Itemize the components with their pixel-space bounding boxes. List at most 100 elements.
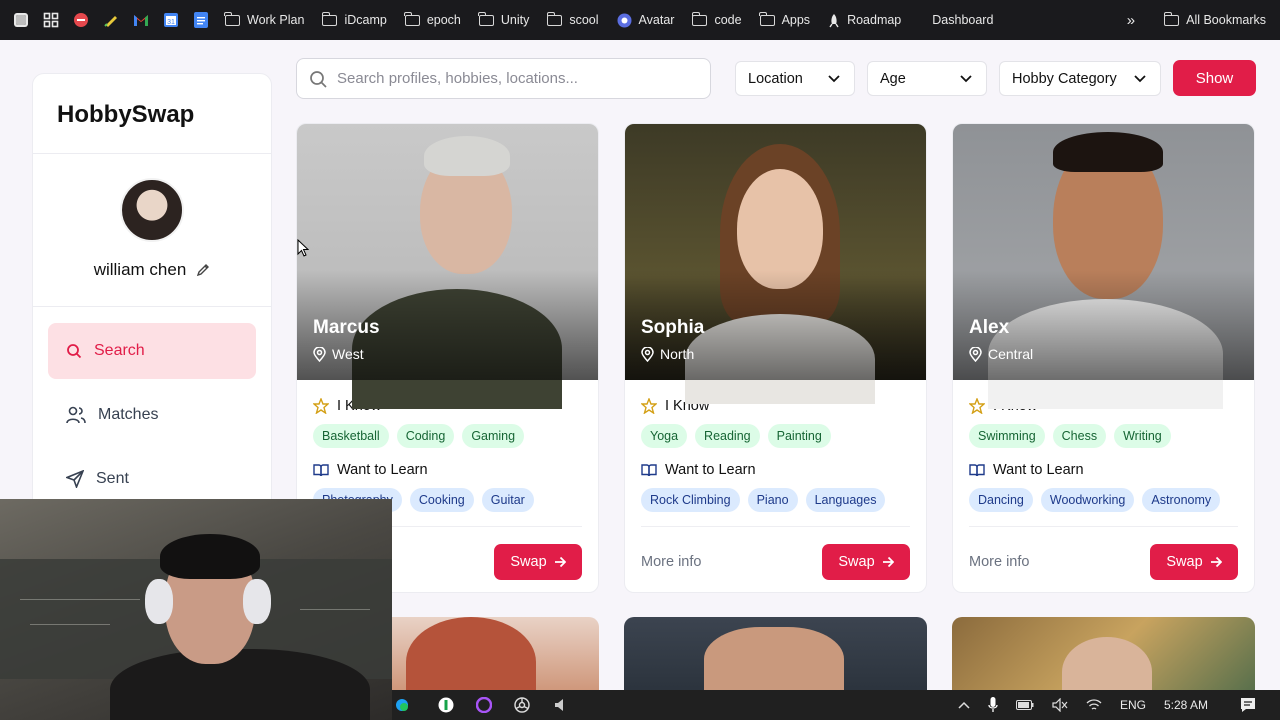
bookmark-favicon-pencil-icon[interactable] xyxy=(102,11,120,29)
edge-browser-icon[interactable] xyxy=(392,695,412,715)
battery-icon[interactable] xyxy=(1015,700,1034,710)
search-input[interactable] xyxy=(337,70,697,87)
microphone-icon[interactable] xyxy=(988,697,998,713)
clock-time[interactable]: 5:28 AM xyxy=(1164,698,1208,712)
profile-card: Sophia North I Know Yoga Reading Paintin… xyxy=(624,123,927,593)
avatar[interactable] xyxy=(120,178,184,242)
learn-hobbies: Dancing Woodworking Astronomy xyxy=(953,488,1254,512)
folder-icon xyxy=(691,11,708,26)
docs-icon[interactable] xyxy=(192,11,210,29)
folder-icon xyxy=(404,11,420,26)
system-tray: ENG 5:28 AM xyxy=(958,697,1280,713)
hobby-tag: Astronomy xyxy=(1142,488,1221,512)
star-icon xyxy=(969,398,985,414)
folder-icon xyxy=(1163,11,1180,26)
show-button[interactable]: Show xyxy=(1173,60,1256,96)
app-green-icon[interactable] xyxy=(436,695,456,715)
hobby-category-select[interactable]: Hobby Category xyxy=(999,61,1161,96)
user-name: william chen xyxy=(93,260,187,279)
chevron-down-icon xyxy=(1134,74,1146,82)
chevron-up-icon[interactable] xyxy=(958,701,970,709)
hobby-tag: Piano xyxy=(747,488,798,512)
brand-logo[interactable]: HobbySwap xyxy=(33,74,271,154)
swap-button[interactable]: Swap xyxy=(822,543,910,580)
sidebar: HobbySwap william chen Search Matches Se… xyxy=(32,73,272,513)
svg-text:31: 31 xyxy=(167,19,175,26)
apps-grid-icon[interactable] xyxy=(42,11,60,29)
more-info-link[interactable]: More info xyxy=(641,554,701,570)
gmail-icon[interactable] xyxy=(132,11,150,29)
hobby-tag: Coding xyxy=(396,424,455,448)
send-icon xyxy=(66,470,84,488)
sidebar-nav: Search Matches Sent xyxy=(33,307,271,512)
hobby-tag: Rock Climbing xyxy=(641,488,740,512)
learn-hobbies: Rock Climbing Piano Languages xyxy=(625,488,926,512)
folder-icon xyxy=(478,11,494,26)
app-sound-icon[interactable] xyxy=(550,695,570,715)
app-chrome-icon[interactable] xyxy=(512,695,532,715)
hobby-tag: Yoga xyxy=(641,424,688,448)
sidebar-item-matches[interactable]: Matches xyxy=(48,387,256,443)
profile-name: Sophia xyxy=(641,317,705,338)
location-select[interactable]: Location xyxy=(735,61,855,96)
bookmark-work-plan[interactable]: Work Plan xyxy=(224,11,304,27)
webcam-overlay xyxy=(0,499,392,720)
sidebar-item-search[interactable]: Search xyxy=(48,323,256,379)
bookmark-epoch[interactable]: epoch xyxy=(404,11,461,27)
wifi-icon[interactable] xyxy=(1086,698,1102,712)
bookmark-idcamp[interactable]: iDcamp xyxy=(321,11,387,27)
book-icon xyxy=(641,464,657,477)
bookmark-unity[interactable]: Unity xyxy=(478,11,529,27)
book-icon xyxy=(313,464,329,477)
person-hair xyxy=(160,534,260,579)
profile-location: West xyxy=(313,346,364,362)
taskbar: ENG 5:28 AM xyxy=(392,690,1280,720)
hobby-tag: Gaming xyxy=(462,424,525,448)
hobby-tag: Reading xyxy=(695,424,760,448)
language-indicator[interactable]: ENG xyxy=(1120,698,1146,712)
bookmark-dashboard[interactable]: Dashboard xyxy=(932,13,993,27)
app-purple-icon[interactable] xyxy=(474,695,494,715)
hobby-tag: Swimming xyxy=(969,424,1045,448)
star-icon xyxy=(313,398,329,414)
known-hobbies: Swimming Chess Writing xyxy=(953,424,1254,448)
sidebar-toggle-icon[interactable] xyxy=(12,11,30,29)
folder-icon xyxy=(224,11,240,26)
profile-location: North xyxy=(641,346,694,362)
bookmark-apps[interactable]: Apps xyxy=(758,11,810,27)
bookmark-avatar[interactable]: Avatar xyxy=(617,13,674,28)
hobby-tag: Woodworking xyxy=(1040,488,1135,512)
map-pin-icon xyxy=(641,346,654,362)
swap-button[interactable]: Swap xyxy=(494,543,582,580)
bookmark-code[interactable]: code xyxy=(691,11,742,27)
profile-name: Marcus xyxy=(313,317,380,338)
all-bookmarks-button[interactable]: All Bookmarks xyxy=(1163,11,1266,27)
arrow-right-icon xyxy=(882,556,894,567)
map-pin-icon xyxy=(313,346,326,362)
calendar-icon[interactable]: 31 xyxy=(162,11,180,29)
bookmark-roadmap[interactable]: Roadmap xyxy=(828,13,901,28)
profile-photo[interactable]: Marcus West xyxy=(297,124,598,409)
edit-pencil-icon[interactable] xyxy=(196,263,210,277)
speaker-muted-icon[interactable] xyxy=(1052,698,1068,712)
known-hobbies: Basketball Coding Gaming xyxy=(297,424,598,448)
search-box xyxy=(296,58,711,99)
hobby-tag: Guitar xyxy=(481,488,534,512)
profile-photo[interactable]: Sophia North xyxy=(625,124,926,404)
bookmark-favicon-red-icon[interactable] xyxy=(72,11,90,29)
bookmarks-overflow-button[interactable]: » xyxy=(1127,12,1135,29)
headphone-right xyxy=(243,579,271,624)
age-select[interactable]: Age xyxy=(867,61,987,96)
bookmark-scool[interactable]: scool xyxy=(546,11,599,27)
notification-icon[interactable] xyxy=(1240,697,1256,713)
arrow-right-icon xyxy=(554,556,566,567)
hobby-tag: Languages xyxy=(805,488,886,512)
headphone-left xyxy=(145,579,173,624)
arrow-right-icon xyxy=(1210,556,1222,567)
profile-photo[interactable]: Alex Central xyxy=(953,124,1254,409)
hobby-tag: Basketball xyxy=(313,424,389,448)
swap-button[interactable]: Swap xyxy=(1150,543,1238,580)
bookmarks-bar: 31 Work Plan iDcamp epoch Unity scool Av… xyxy=(0,0,1280,40)
more-info-link[interactable]: More info xyxy=(969,554,1029,570)
avatar-favicon-icon xyxy=(617,13,632,27)
